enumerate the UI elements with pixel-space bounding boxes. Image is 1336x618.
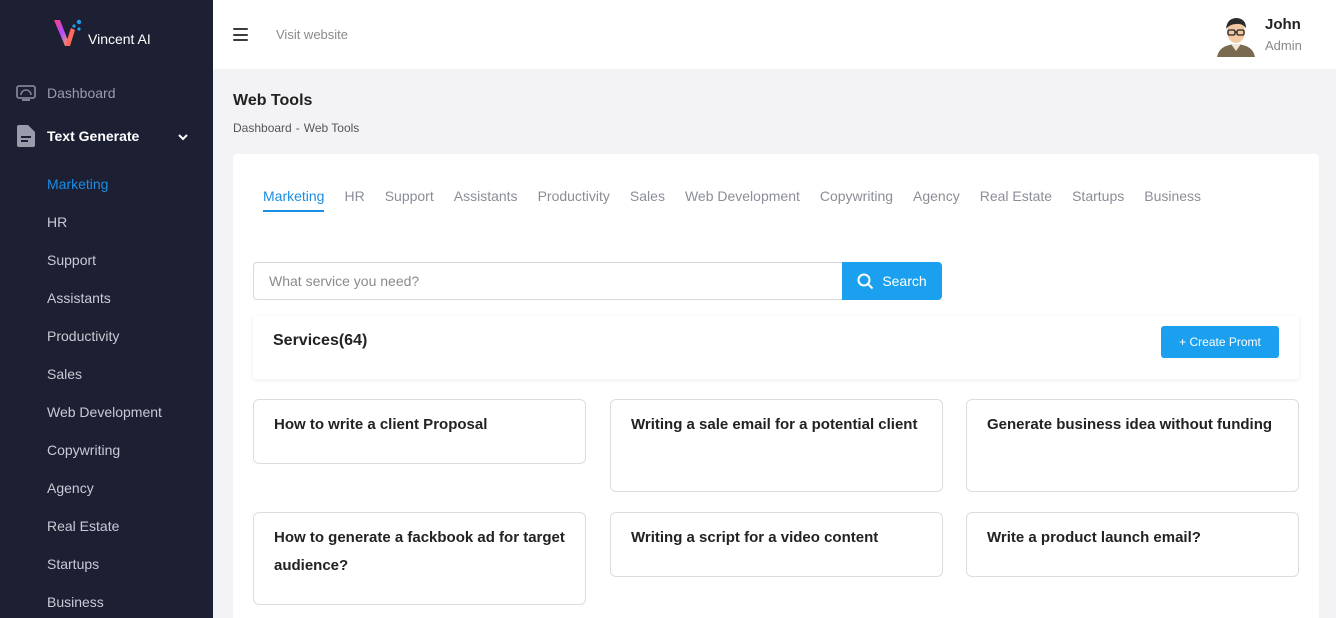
app-logo[interactable]: Vincent AI (52, 18, 151, 50)
service-card-title: Generate business idea without funding (987, 416, 1273, 433)
avatar[interactable] (1215, 13, 1257, 57)
tab-support[interactable]: Support (385, 188, 434, 212)
service-card[interactable]: Writing a script for a video content (610, 512, 943, 577)
search-input[interactable] (253, 262, 842, 300)
sidebar-subitem-web-development[interactable]: Web Development (47, 404, 162, 420)
sidebar-item-label: Dashboard (47, 85, 116, 101)
breadcrumb-separator: - (295, 121, 300, 135)
user-role: Admin (1265, 38, 1302, 53)
logo-mark-icon (52, 18, 82, 50)
service-card[interactable]: Generate business idea without funding (966, 399, 1299, 492)
sidebar-subitem-sales[interactable]: Sales (47, 366, 82, 382)
tab-hr[interactable]: HR (344, 188, 364, 212)
sidebar-subitem-copywriting[interactable]: Copywriting (47, 442, 120, 458)
search-icon (857, 273, 874, 290)
services-count-title: Services(64) (273, 332, 368, 349)
service-card[interactable]: Writing a sale email for a potential cli… (610, 399, 943, 492)
tab-assistants[interactable]: Assistants (454, 188, 518, 212)
tab-marketing[interactable]: Marketing (263, 188, 325, 212)
sidebar-item-label: Text Generate (47, 128, 140, 144)
service-card[interactable]: How to generate a fackbook ad for target… (253, 512, 586, 605)
breadcrumb-current: Web Tools (303, 121, 360, 135)
tab-business[interactable]: Business (1144, 188, 1201, 212)
search-button-label: Search (882, 273, 927, 289)
user-name: John (1265, 16, 1301, 33)
tab-agency[interactable]: Agency (913, 188, 960, 212)
dashboard-icon (16, 83, 36, 103)
service-card-title: How to generate a fackbook ad for target… (274, 529, 565, 574)
visit-website-link[interactable]: Visit website (276, 27, 348, 42)
sidebar-subitem-support[interactable]: Support (47, 252, 96, 268)
service-card[interactable]: Write a product launch email? (966, 512, 1299, 577)
sidebar-subitem-business[interactable]: Business (47, 594, 104, 610)
sidebar: Vincent AI Dashboard Text Generate Marke… (0, 0, 213, 618)
sidebar-item-dashboard[interactable]: Dashboard (16, 83, 116, 103)
top-header: Visit website John Admin (213, 0, 1336, 69)
hamburger-menu-icon[interactable] (233, 28, 248, 41)
search-bar: Search (253, 262, 942, 300)
create-prompt-button[interactable]: + Create Promt (1161, 326, 1279, 358)
service-card[interactable]: How to write a client Proposal (253, 399, 586, 464)
service-card-title: Writing a sale email for a potential cli… (631, 416, 918, 433)
tab-copywriting[interactable]: Copywriting (820, 188, 893, 212)
category-tabs: Marketing HR Support Assistants Producti… (263, 188, 1221, 212)
search-button[interactable]: Search (842, 262, 942, 300)
sidebar-subitem-real-estate[interactable]: Real Estate (47, 518, 119, 534)
sidebar-subitem-assistants[interactable]: Assistants (47, 290, 111, 306)
sidebar-subitem-agency[interactable]: Agency (47, 480, 94, 496)
services-header: Services(64) + Create Promt (253, 316, 1299, 379)
sidebar-subitem-hr[interactable]: HR (47, 214, 67, 230)
chevron-down-icon[interactable] (177, 130, 189, 142)
tab-real-estate[interactable]: Real Estate (980, 188, 1052, 212)
sidebar-subitem-marketing[interactable]: Marketing (47, 176, 108, 192)
breadcrumb-dashboard[interactable]: Dashboard (233, 121, 292, 135)
tab-web-development[interactable]: Web Development (685, 188, 800, 212)
service-card-title: Writing a script for a video content (631, 529, 879, 546)
service-card-title: Write a product launch email? (987, 529, 1201, 546)
app-name: Vincent AI (88, 31, 151, 47)
sidebar-item-text-generate[interactable]: Text Generate (16, 125, 140, 147)
tab-productivity[interactable]: Productivity (538, 188, 610, 212)
service-card-title: How to write a client Proposal (274, 416, 488, 433)
document-icon (16, 125, 36, 147)
tab-startups[interactable]: Startups (1072, 188, 1124, 212)
sidebar-subitem-startups[interactable]: Startups (47, 556, 99, 572)
page-title: Web Tools (233, 92, 313, 109)
breadcrumb: Dashboard - Web Tools (233, 121, 359, 135)
sidebar-subitem-productivity[interactable]: Productivity (47, 328, 119, 344)
tab-sales[interactable]: Sales (630, 188, 665, 212)
